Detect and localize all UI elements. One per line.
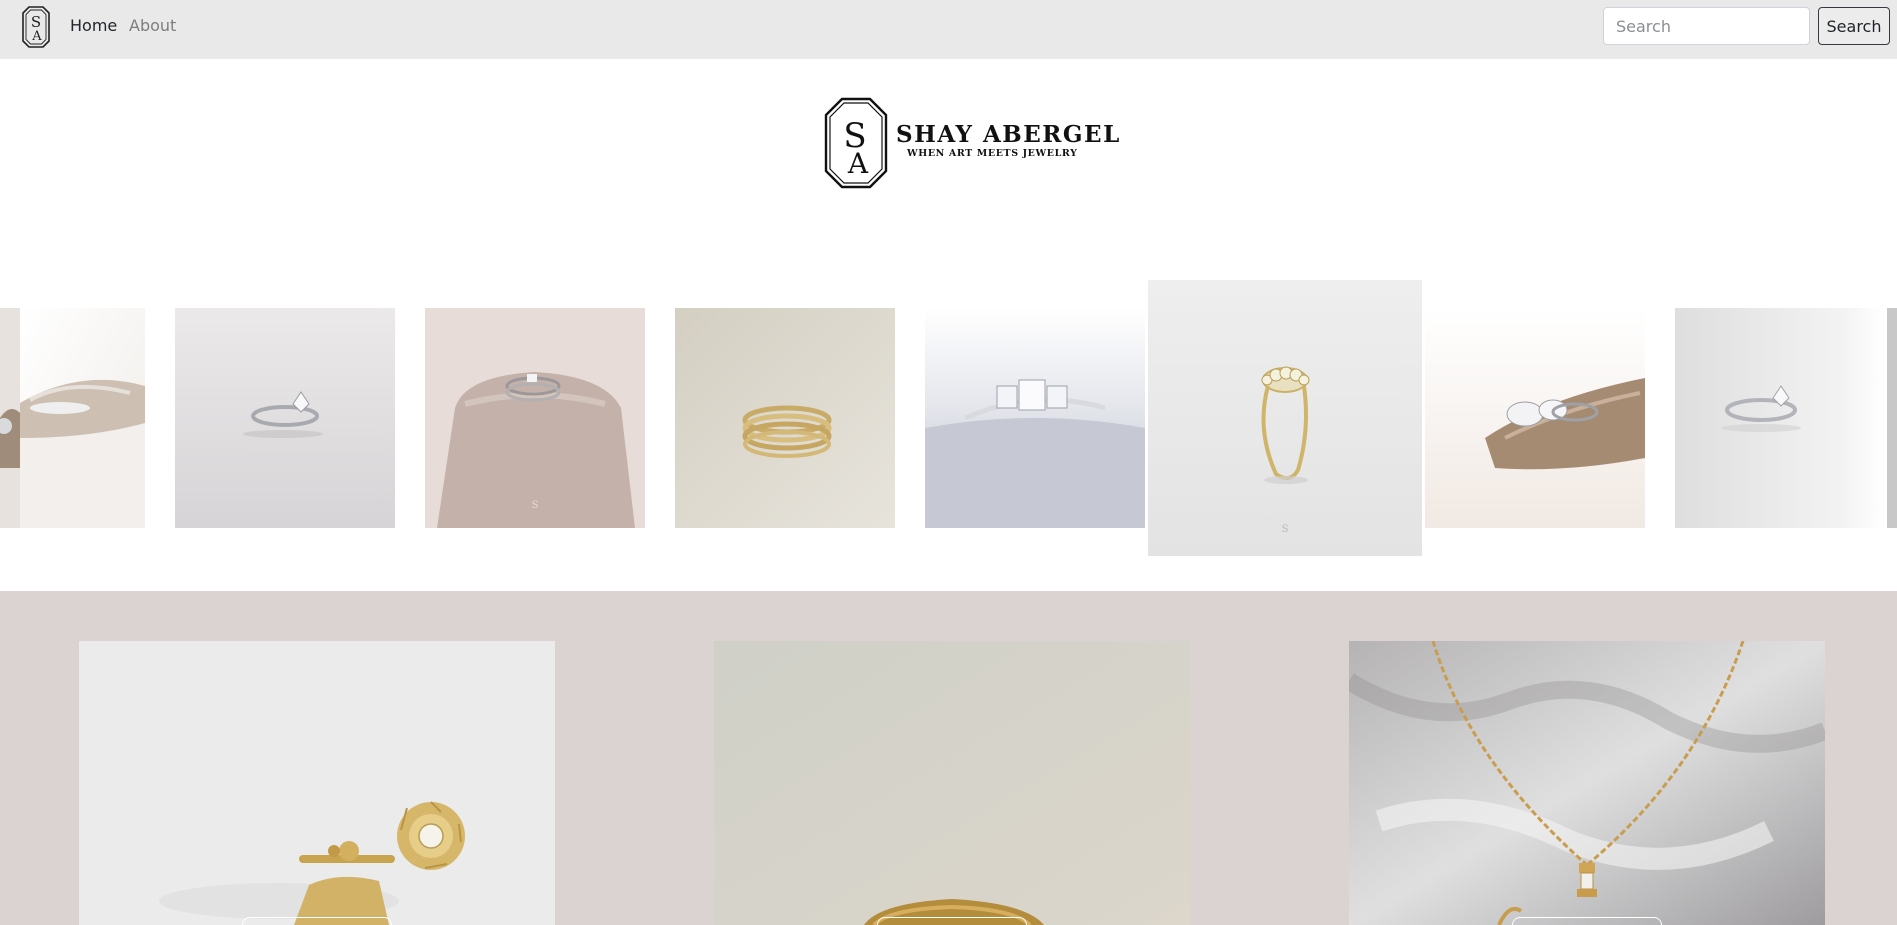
featured-card-gold-ring[interactable] xyxy=(714,641,1190,925)
carousel-slide-pear-ring-stone[interactable] xyxy=(1425,308,1645,528)
carousel-slide-gold-bands[interactable] xyxy=(675,308,895,528)
brand-name: SHAY ABERGEL xyxy=(896,121,1121,148)
brand-tagline: WHEN ART MEETS JEWELRY xyxy=(907,148,1078,159)
carousel-slide-ring-set-pedestal[interactable]: S xyxy=(425,308,645,528)
nav-about-link[interactable]: About xyxy=(129,16,176,35)
featured-card-button[interactable] xyxy=(242,917,392,925)
carousel-slide-ring-on-stone[interactable] xyxy=(20,308,145,528)
emblem-a: A xyxy=(847,147,869,180)
search-input[interactable] xyxy=(1603,7,1810,45)
featured-card-earrings[interactable] xyxy=(79,641,555,925)
featured-card-button[interactable] xyxy=(1512,917,1662,925)
brand-emblem-icon: S A xyxy=(824,97,888,189)
search-button[interactable]: Search xyxy=(1818,7,1890,45)
carousel-slide-silver-solitaire[interactable] xyxy=(175,308,395,528)
monogram-a: A xyxy=(31,29,42,44)
featured-card-button[interactable] xyxy=(877,917,1027,925)
carousel-slide-emerald-cut-ring[interactable] xyxy=(925,308,1145,528)
carousel-slide-partial-left[interactable] xyxy=(0,308,20,528)
nav-home-link[interactable]: Home xyxy=(70,16,117,35)
svg-text:S: S xyxy=(532,500,539,511)
featured-card-necklace[interactable] xyxy=(1349,641,1825,925)
carousel-slide-gold-five-stone-active[interactable]: S xyxy=(1148,280,1422,556)
carousel-slide-silver-pave[interactable] xyxy=(1675,308,1885,528)
jewelry-carousel[interactable]: S S xyxy=(0,280,1897,570)
sa-monogram-icon[interactable]: S A xyxy=(21,5,51,49)
svg-text:S: S xyxy=(1282,524,1289,535)
featured-section xyxy=(0,591,1897,925)
carousel-slide-partial-right[interactable] xyxy=(1885,308,1897,528)
navbar: S A Home About Search xyxy=(0,0,1897,59)
